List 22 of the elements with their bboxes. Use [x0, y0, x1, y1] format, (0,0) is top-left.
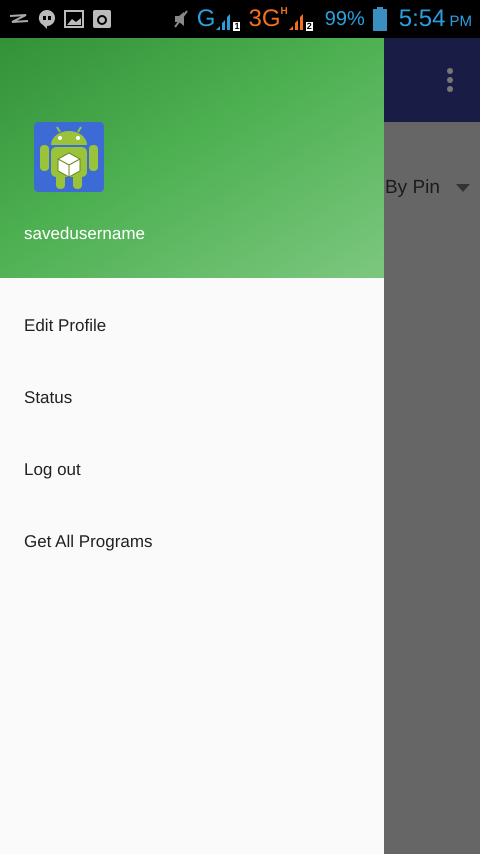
network-type: 3G [248, 7, 280, 31]
drawer-menu-item[interactable]: Log out [0, 434, 384, 506]
battery-percentage: 99% [324, 9, 365, 29]
camera-icon [92, 9, 112, 29]
drawer-menu-item[interactable]: Edit Profile [0, 290, 384, 362]
android-app-icon [33, 121, 105, 193]
muted-speaker-icon [172, 9, 189, 29]
image-icon [64, 10, 84, 28]
drawer-menu-item[interactable]: Get All Programs [0, 506, 384, 578]
speech-bubble-icon [38, 9, 56, 29]
sim-number: 2 [306, 22, 313, 31]
dropdown-caret-icon [456, 184, 470, 192]
network-subtype: H [280, 7, 288, 17]
clock-meridiem: PM [450, 14, 472, 29]
overflow-menu-icon[interactable] [446, 67, 454, 93]
clock-time: 5:54 [398, 7, 446, 31]
drawer-menu-item[interactable]: Status [0, 362, 384, 434]
sim-number: 1 [233, 22, 240, 31]
scribble-icon [8, 13, 30, 25]
username: savedusername [24, 223, 146, 245]
network-type: G [196, 7, 216, 31]
battery-icon [372, 7, 387, 31]
